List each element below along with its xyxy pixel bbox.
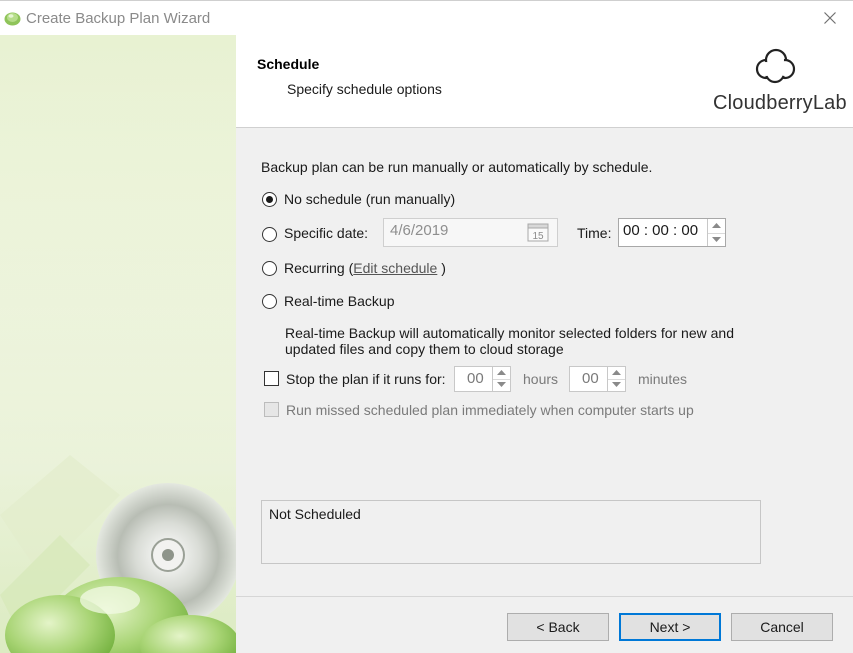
app-cloud-icon (4, 12, 21, 26)
run-missed-label: Run missed scheduled plan immediately wh… (286, 402, 694, 418)
cancel-button[interactable]: Cancel (731, 613, 833, 641)
calendar-day: 15 (532, 231, 544, 242)
time-up-button[interactable] (708, 219, 725, 234)
close-button[interactable] (807, 1, 853, 35)
time-spinner[interactable] (707, 219, 725, 246)
wizard-sidebar-image (0, 35, 236, 653)
cloudberry-logo-icon (755, 48, 796, 84)
recurring-radio[interactable] (262, 261, 277, 276)
realtime-label[interactable]: Real-time Backup (284, 293, 395, 309)
next-button[interactable]: Next > (619, 613, 721, 641)
hours-input[interactable]: 00 (454, 366, 511, 392)
run-missed-checkbox[interactable] (264, 402, 279, 417)
intro-text: Backup plan can be run manually or autom… (261, 159, 653, 175)
realtime-radio[interactable] (262, 294, 277, 309)
back-button[interactable]: < Back (507, 613, 609, 641)
spin-up-icon (497, 370, 506, 375)
schedule-status-text: Not Scheduled (269, 506, 361, 522)
minutes-label: minutes (638, 371, 688, 387)
hours-label: hours (523, 371, 559, 387)
spin-up-icon (612, 370, 621, 375)
minutes-spinner[interactable] (607, 367, 625, 391)
cd-cloud-illustration (0, 35, 236, 653)
page-title: Schedule (257, 56, 320, 72)
hours-value: 00 (467, 370, 484, 387)
wizard-header: Schedule Specify schedule options Cloudb… (236, 35, 853, 128)
time-label: Time: (577, 225, 612, 241)
date-value: 4/6/2019 (390, 222, 449, 239)
page-subtitle: Specify schedule options (287, 81, 442, 97)
date-picker[interactable]: 4/6/2019 15 (383, 218, 558, 247)
spin-down-icon (612, 382, 621, 387)
window-title: Create Backup Plan Wizard (26, 10, 211, 27)
stop-plan-checkbox[interactable] (264, 371, 279, 386)
no-schedule-label[interactable]: No schedule (run manually) (284, 191, 455, 207)
edit-schedule-link[interactable]: Edit schedule (353, 260, 437, 276)
specific-date-label[interactable]: Specific date: (284, 225, 368, 241)
specific-date-radio[interactable] (262, 227, 277, 242)
schedule-status-box: Not Scheduled (261, 500, 761, 564)
realtime-description-line2: updated files and copy them to cloud sto… (285, 341, 564, 357)
spin-down-icon (712, 236, 721, 242)
no-schedule-radio[interactable] (262, 192, 277, 207)
close-icon (824, 12, 836, 24)
stop-plan-label[interactable]: Stop the plan if it runs for: (286, 371, 446, 387)
time-input[interactable]: 00 : 00 : 00 (618, 218, 726, 247)
realtime-description-line1: Real-time Backup will automatically moni… (285, 325, 734, 341)
minutes-down-button[interactable] (608, 379, 625, 391)
hours-spinner[interactable] (492, 367, 510, 391)
title-bar: Create Backup Plan Wizard (0, 0, 853, 35)
minutes-value: 00 (582, 370, 599, 387)
brand-logo-text: CloudberryLab (713, 92, 847, 114)
recurring-close-paren: ) (441, 260, 446, 276)
minutes-input[interactable]: 00 (569, 366, 626, 392)
calendar-icon: 15 (527, 223, 549, 242)
spin-up-icon (712, 223, 721, 228)
footer-divider (236, 596, 853, 597)
recurring-text[interactable]: Recurring (284, 260, 345, 276)
time-value: 00 : 00 : 00 (623, 222, 699, 239)
hours-down-button[interactable] (493, 379, 510, 391)
spin-down-icon (497, 382, 506, 387)
time-down-button[interactable] (708, 233, 725, 247)
recurring-label: Recurring (Edit schedule ) (284, 260, 446, 276)
